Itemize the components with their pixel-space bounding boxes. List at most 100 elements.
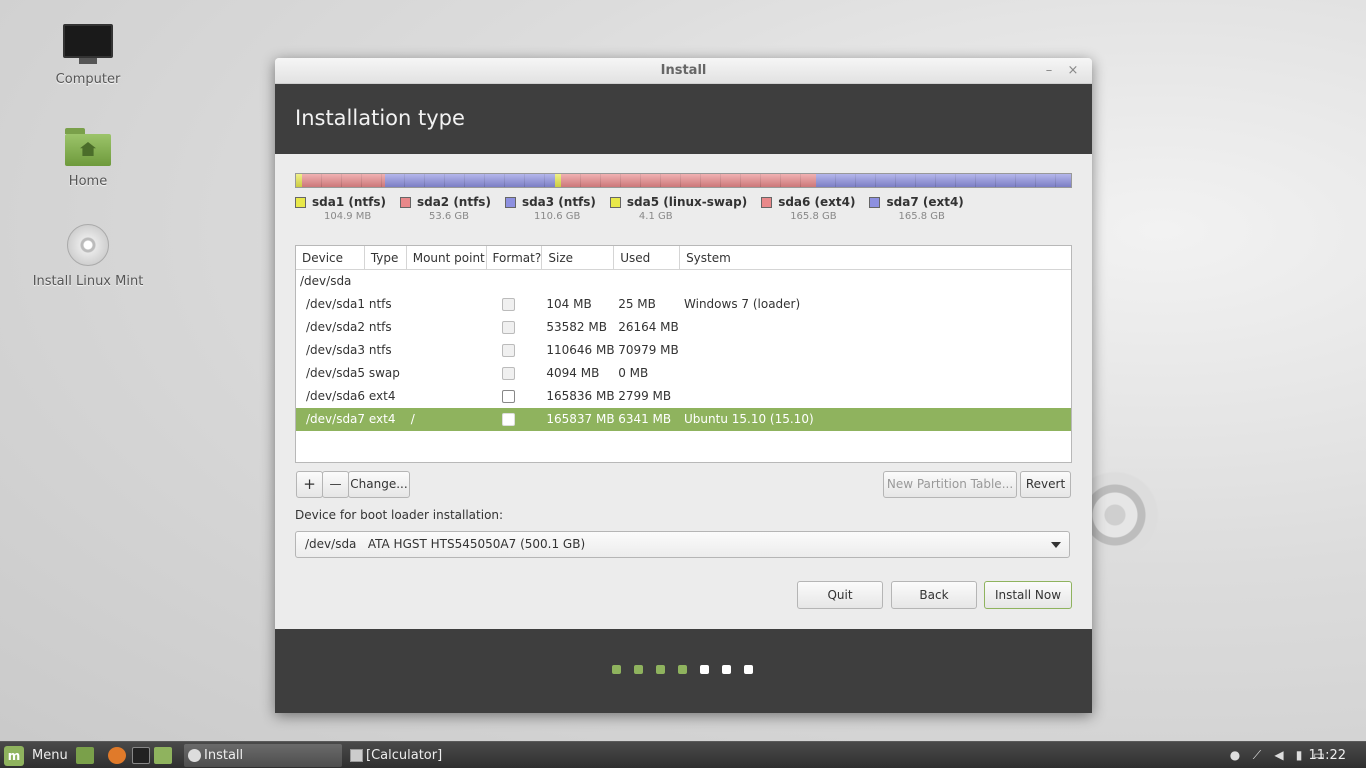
revert-button[interactable]: Revert (1020, 471, 1071, 498)
show-desktop-icon[interactable] (76, 747, 94, 764)
legend-size: 110.6 GB (533, 211, 581, 222)
table-row[interactable]: /dev/sda5 swap 4094 MB 0 MB (296, 362, 1071, 385)
desktop-icon-install[interactable]: Install Linux Mint (28, 224, 148, 289)
legend-item: sda7 (ext4) 165.8 GB (869, 195, 964, 222)
table-row[interactable]: /dev/sda7 ext4 / 165837 MB 6341 MB Ubuntu 15.… (296, 408, 1071, 431)
format-checkbox[interactable] (501, 413, 515, 426)
format-checkbox[interactable] (501, 367, 515, 380)
home-folder-icon (65, 128, 111, 166)
legend-swatch (504, 197, 516, 208)
legend-swatch (295, 197, 306, 208)
disk-device: /dev/sda (300, 274, 352, 288)
task-label: [Calculator] (366, 748, 443, 763)
legend-swatch (869, 197, 881, 208)
column-header[interactable]: Device (296, 246, 365, 269)
clock[interactable]: 11:22 (1309, 742, 1346, 768)
volume-icon[interactable]: ◀ (1272, 748, 1286, 762)
step-dot (656, 665, 665, 674)
column-header[interactable]: Used (614, 246, 681, 269)
used-cell: 26164 MB (618, 320, 679, 334)
type-cell: ext4 (368, 389, 396, 403)
legend-size: 165.8 GB (898, 211, 945, 222)
mint-logo-icon: m (4, 745, 24, 766)
task-calculator[interactable]: [Calculator] (346, 744, 504, 767)
remove-partition-button[interactable]: — (322, 471, 349, 498)
type-cell: swap (368, 366, 400, 380)
size-cell: 165837 MB (546, 412, 615, 426)
used-cell: 70979 MB (618, 343, 679, 357)
legend-name: sda1 (ntfs) (312, 195, 386, 209)
legend-name: sda2 (ntfs) (416, 195, 491, 209)
partition-bar (295, 173, 1072, 188)
used-cell: 0 MB (618, 366, 649, 380)
bootloader-label: Device for boot loader installation: (295, 508, 504, 522)
install-now-button[interactable]: Install Now (984, 581, 1072, 609)
table-row[interactable]: /dev/sda6 ext4 165836 MB 2799 MB (296, 385, 1071, 408)
mount-cell: / (410, 412, 415, 426)
legend-item: sda1 (ntfs) 104.9 MB (295, 195, 386, 222)
firefox-icon[interactable] (108, 747, 126, 764)
legend-item: sda2 (ntfs) 53.6 GB (399, 195, 491, 222)
table-row[interactable]: /dev/sda3 ntfs 110646 MB 70979 MB (296, 339, 1071, 362)
quit-button[interactable]: Quit (797, 581, 883, 609)
size-cell: 4094 MB (546, 366, 600, 380)
new-partition-table-button[interactable]: New Partition Table... (883, 471, 1017, 498)
format-checkbox[interactable] (501, 298, 515, 311)
installer-window: Install – × Installation type sda1 (ntfs… (275, 58, 1092, 713)
legend-item: sda6 (ext4) 165.8 GB (761, 195, 855, 222)
device-cell: /dev/sda1 (306, 297, 365, 311)
size-cell: 104 MB (546, 297, 592, 311)
legend-name: sda6 (ext4) (778, 195, 856, 209)
format-checkbox[interactable] (501, 321, 515, 334)
partition-legend: sda1 (ntfs) 104.9 MB sda2 (ntfs) 53.6 GB sda… (295, 195, 964, 222)
format-checkbox[interactable] (501, 344, 515, 357)
legend-size: 4.1 GB (638, 211, 673, 222)
menu-label: Menu (32, 748, 68, 763)
type-cell: ntfs (368, 320, 392, 334)
battery-icon[interactable]: ▮ (1292, 748, 1306, 762)
bootloader-device-value: /dev/sda ATA HGST HTS545050A7 (500.1 GB) (305, 537, 586, 551)
column-header[interactable]: Mount point (407, 246, 487, 269)
desktop-icon-label: Computer (55, 72, 121, 87)
task-install[interactable]: Install (184, 744, 342, 767)
add-partition-button[interactable]: + (296, 471, 323, 498)
table-row[interactable]: /dev/sda2 ntfs 53582 MB 26164 MB (296, 316, 1071, 339)
install-disc-icon (67, 224, 109, 266)
dropdown-arrow-icon (1051, 542, 1061, 548)
column-header[interactable]: Type (365, 246, 407, 269)
window-titlebar[interactable]: Install – × (275, 58, 1092, 84)
calculator-icon (350, 749, 363, 762)
column-header[interactable]: System (680, 246, 1071, 269)
legend-size: 53.6 GB (428, 211, 470, 222)
back-button[interactable]: Back (891, 581, 977, 609)
window-title: Install (660, 63, 707, 78)
desktop-icon-computer[interactable]: Computer (28, 24, 148, 87)
column-header[interactable]: Size (542, 246, 615, 269)
minimize-icon[interactable]: – (1040, 62, 1058, 80)
system-cell: Windows 7 (loader) (684, 297, 801, 311)
change-partition-button[interactable]: Change... (348, 471, 410, 498)
table-row[interactable]: /dev/sda1 ntfs 104 MB 25 MB Windows 7 (loade… (296, 293, 1071, 316)
desktop-icon-label: Home (68, 174, 108, 189)
column-header[interactable]: Format? (487, 246, 543, 269)
legend-name: sda5 (linux-swap) (626, 195, 748, 209)
terminal-icon[interactable] (132, 747, 150, 764)
device-cell: /dev/sda3 (306, 343, 365, 357)
mount-cell (407, 362, 487, 385)
close-icon[interactable]: × (1064, 62, 1082, 80)
table-row-disk[interactable]: /dev/sda (296, 270, 1071, 293)
step-indicator (612, 665, 753, 674)
system-cell (680, 385, 1071, 408)
step-dot (612, 665, 621, 674)
system-cell (680, 316, 1071, 339)
network-icon[interactable]: ⟋ (1250, 748, 1264, 762)
legend-swatch (609, 197, 621, 208)
step-dot (678, 665, 687, 674)
files-icon[interactable] (154, 747, 172, 764)
bootloader-device-select[interactable]: /dev/sda ATA HGST HTS545050A7 (500.1 GB) (295, 531, 1070, 558)
desktop-icon-home[interactable]: Home (28, 128, 148, 189)
menu-button[interactable]: m Menu (4, 745, 68, 766)
user-icon[interactable]: ● (1228, 748, 1242, 762)
format-checkbox[interactable] (501, 390, 515, 403)
size-cell: 165836 MB (546, 389, 615, 403)
